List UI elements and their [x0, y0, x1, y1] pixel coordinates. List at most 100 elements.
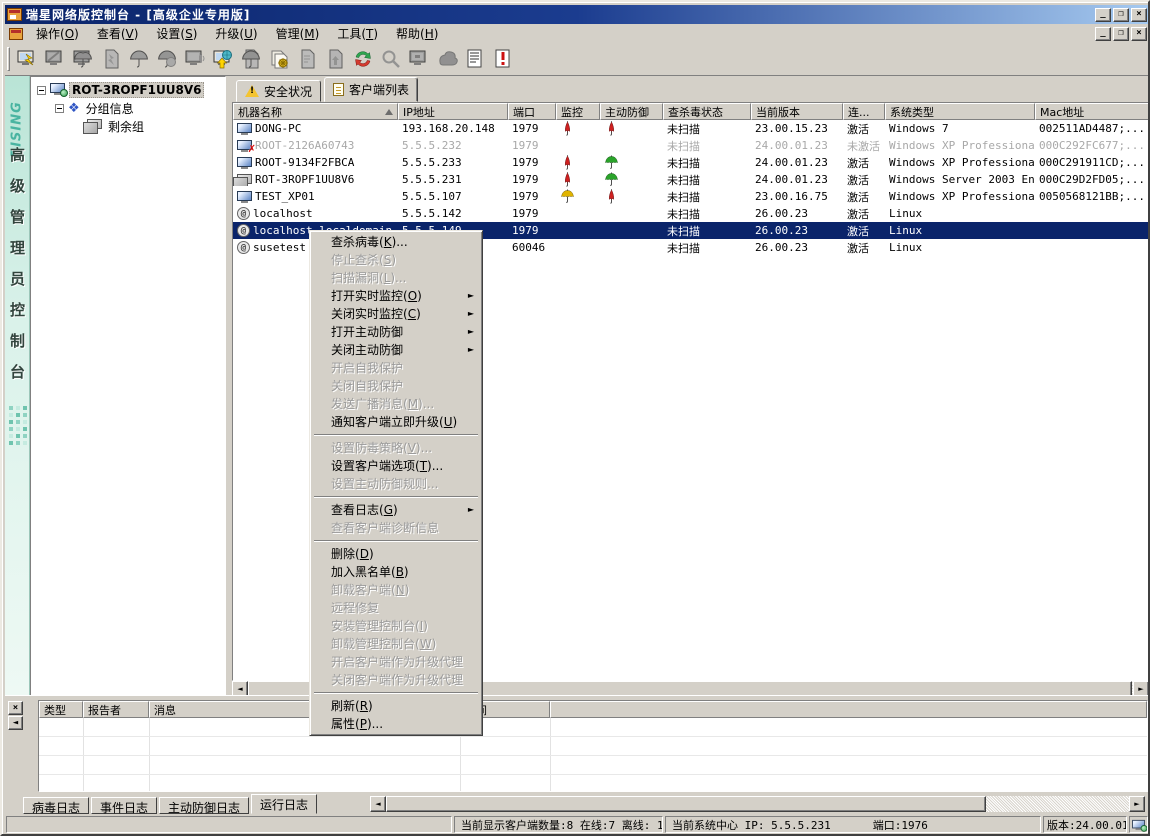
deco-square — [9, 406, 13, 410]
restore-button[interactable]: ❐ — [1113, 27, 1129, 41]
table-row[interactable]: DONG-PC193.168.20.1481979未扫描23.00.15.23激… — [233, 120, 1148, 137]
column-header-8[interactable]: 连... — [843, 103, 885, 120]
menu-操作[interactable]: 操作(O) — [27, 23, 88, 44]
close-log-panel-button[interactable]: × — [8, 701, 23, 715]
collapse-box-icon[interactable] — [55, 104, 64, 113]
pages-gear-icon[interactable] — [265, 46, 293, 72]
log-tab-运行日志[interactable]: 运行日志 — [251, 794, 317, 814]
collapse-box-icon[interactable] — [37, 86, 46, 95]
gridline — [39, 736, 1147, 737]
context-menu-item[interactable]: 查杀病毒(K)... — [312, 233, 480, 251]
deco-square — [16, 406, 20, 410]
context-menu-item[interactable]: 查看日志(G)► — [312, 501, 480, 519]
scroll-right-arrow[interactable]: ► — [1129, 796, 1145, 812]
context-menu-item[interactable]: 删除(D) — [312, 545, 480, 563]
context-menu-item[interactable]: 刷新(R) — [312, 697, 480, 715]
context-menu-item: 关闭自我保护 — [312, 377, 480, 395]
table-row[interactable]: ✗ROOT-2126A607435.5.5.2321979未扫描24.00.01… — [233, 137, 1148, 154]
column-header-7[interactable]: 当前版本 — [751, 103, 843, 120]
cell: 激活 — [843, 172, 885, 188]
column-header-10[interactable]: Mac地址 — [1035, 103, 1149, 120]
column-header-1[interactable]: 机器名称 — [233, 103, 398, 120]
restore-button[interactable]: ❐ — [1113, 8, 1129, 22]
monitor-status-cell — [556, 121, 600, 136]
log-h-scrollbar: ◄ ► — [370, 796, 1145, 812]
yellow-open-umbrella-icon — [560, 189, 575, 204]
tree-label-groups[interactable]: 分组信息 — [84, 100, 136, 117]
column-header-2[interactable]: IP地址 — [398, 103, 508, 120]
collapse-log-panel-button[interactable]: ◄ — [8, 716, 23, 730]
cell: 000C292FC677;... — [1035, 139, 1149, 152]
close-button[interactable]: × — [1131, 8, 1147, 22]
status-center-ip: 当前系统中心 IP: 5.5.5.231 — [672, 817, 831, 833]
menu-管理[interactable]: 管理(M) — [267, 23, 329, 44]
context-menu-item[interactable]: 属性(P)... — [312, 715, 480, 733]
server-computer-icon — [237, 174, 252, 186]
computers-group-icon — [87, 119, 102, 134]
vertical-title-char: 高 — [5, 144, 30, 165]
minimize-button[interactable]: _ — [1095, 27, 1111, 41]
title-bar: 瑞星网络版控制台 - [高级企业专用版] _❐× — [5, 5, 1149, 24]
column-header-3[interactable]: 端口 — [508, 103, 556, 120]
document-exclamation-icon[interactable] — [489, 46, 517, 72]
tree-node-restgroup[interactable]: 剩余组 — [31, 117, 225, 135]
cell: Windows XP Professional — [885, 156, 1035, 169]
cell: 5.5.5.142 — [398, 207, 508, 220]
tree-label-restgroup[interactable]: 剩余组 — [106, 118, 146, 135]
green-refresh-icon[interactable] — [349, 46, 377, 72]
log-tab-病毒日志[interactable]: 病毒日志 — [23, 797, 89, 814]
computer-globe-arrow-icon[interactable] — [209, 46, 237, 72]
minimize-button[interactable]: _ — [1095, 8, 1111, 22]
menu-设置[interactable]: 设置(S) — [147, 23, 206, 44]
menu-工具[interactable]: 工具(T) — [328, 23, 387, 44]
warning-triangle-icon — [245, 85, 259, 97]
cell: Linux — [885, 207, 1035, 220]
deco-square — [23, 413, 27, 417]
cell: 激活 — [843, 223, 885, 239]
close-button[interactable]: × — [1131, 27, 1147, 41]
tab-security-status[interactable]: 安全状况 — [236, 80, 321, 102]
cell: 60046 — [508, 241, 556, 254]
deco-square — [16, 441, 20, 445]
gridline — [39, 755, 1147, 756]
tree-label-server[interactable]: ROT-3ROPF1UU8V6 — [69, 82, 204, 98]
menu-查看[interactable]: 查看(V) — [88, 23, 148, 44]
server-globe-icon — [50, 83, 65, 98]
scroll-left-arrow[interactable]: ◄ — [370, 796, 386, 812]
tab-client-list[interactable]: 客户端列表 — [324, 77, 418, 102]
table-row[interactable]: ROOT-9134F2FBCA5.5.5.2331979未扫描24.00.01.… — [233, 154, 1148, 171]
scroll-thumb[interactable] — [386, 796, 986, 812]
table-row[interactable]: @localhost5.5.5.1421979未扫描26.00.23激活Linu… — [233, 205, 1148, 222]
context-menu-item[interactable]: 设置客户端选项(T)... — [312, 457, 480, 475]
context-menu-item[interactable]: 加入黑名单(B) — [312, 563, 480, 581]
cell: 26.00.23 — [751, 224, 843, 237]
menu-升级[interactable]: 升级(U) — [206, 23, 266, 44]
table-row[interactable]: TEST_XP015.5.5.1071979未扫描23.00.16.75激活Wi… — [233, 188, 1148, 205]
log-tab-主动防御日志[interactable]: 主动防御日志 — [159, 797, 249, 814]
context-menu-item[interactable]: 关闭实时监控(C)► — [312, 305, 480, 323]
deco-square — [9, 427, 13, 431]
log-tab-事件日志[interactable]: 事件日志 — [91, 797, 157, 814]
context-menu-item[interactable]: 打开主动防御► — [312, 323, 480, 341]
column-header-4[interactable]: 监控 — [556, 103, 600, 120]
document-lines-icon[interactable] — [461, 46, 489, 72]
tree-node-groups[interactable]: ❖ 分组信息 — [31, 99, 225, 117]
log-column-header: 报告者 — [83, 701, 149, 718]
column-header-5[interactable]: 主动防御 — [600, 103, 663, 120]
deco-square — [9, 434, 13, 438]
column-header-9[interactable]: 系统类型 — [885, 103, 1035, 120]
menu-帮助[interactable]: 帮助(H) — [387, 23, 447, 44]
table-row[interactable]: ROT-3ROPF1UU8V65.5.5.2311979未扫描24.00.01.… — [233, 171, 1148, 188]
cell: 未扫描 — [663, 206, 751, 222]
cell: 26.00.23 — [751, 207, 843, 220]
column-header-6[interactable]: 查杀毒状态 — [663, 103, 751, 120]
context-menu-item[interactable]: 通知客户端立即升级(U) — [312, 413, 480, 431]
context-menu-item[interactable]: 关闭主动防御► — [312, 341, 480, 359]
group-tree-panel: ROT-3ROPF1UU8V6 ❖ 分组信息 剩余组 — [30, 76, 226, 697]
context-menu-item[interactable]: 打开实时监控(O)► — [312, 287, 480, 305]
cell: 激活 — [843, 189, 885, 205]
cell: 5.5.5.107 — [398, 190, 508, 203]
scroll-track[interactable] — [386, 796, 1129, 812]
computer-lightning-icon[interactable] — [13, 46, 41, 72]
tree-node-server[interactable]: ROT-3ROPF1UU8V6 — [31, 81, 225, 99]
